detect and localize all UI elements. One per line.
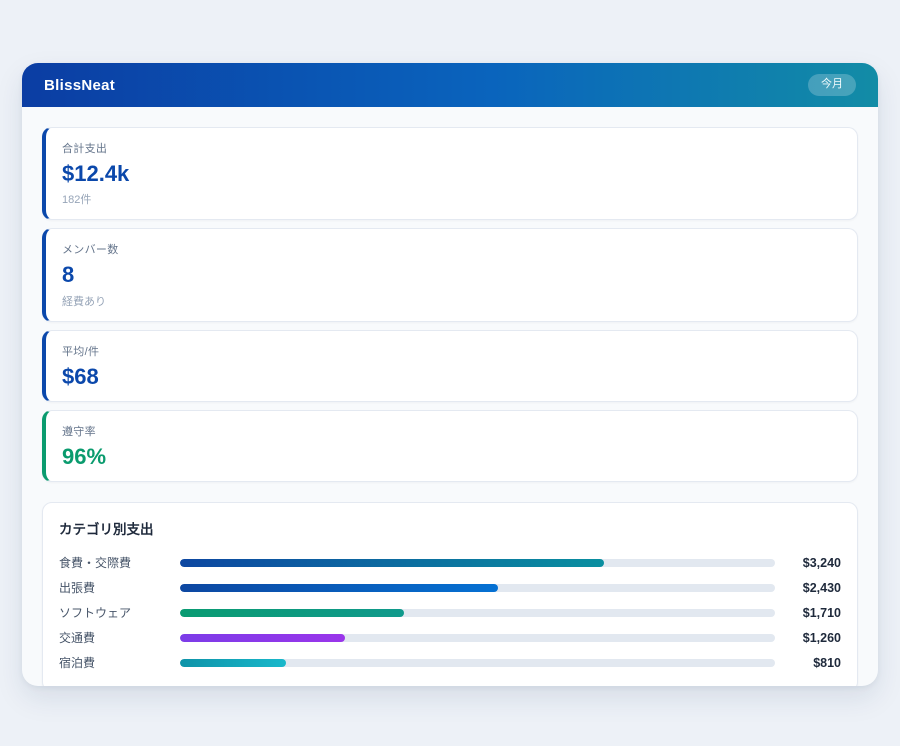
bar-fill [180,659,286,667]
category-value: $1,260 [775,631,841,645]
stat-sub: 経費あり [62,293,839,309]
app-header: BlissNeat 今月 [22,63,878,107]
category-row: 出張費 $2,430 [59,575,841,600]
stat-sub: 182件 [62,191,839,207]
category-label: 食費・交際費 [59,554,180,571]
category-row: 食費・交際費 $3,240 [59,550,841,575]
bar-fill [180,584,498,592]
stat-label: メンバー数 [62,241,839,257]
bar-track [180,584,775,592]
stat-card-member-count: メンバー数 8 経費あり [42,228,858,321]
category-value: $810 [775,656,841,670]
stat-value: 96% [62,444,839,469]
category-label: 出張費 [59,579,180,596]
stat-label: 平均/件 [62,343,839,359]
category-value: $3,240 [775,556,841,570]
bar-track [180,634,775,642]
bar-track [180,609,775,617]
category-rows: 食費・交際費 $3,240 出張費 $2,430 ソフトウェア $1,710 交… [59,550,841,675]
period-badge[interactable]: 今月 [808,74,856,95]
bar-track [180,659,775,667]
bar-fill [180,609,404,617]
category-row: ソフトウェア $1,710 [59,600,841,625]
stat-value: $68 [62,364,839,389]
app-window: BlissNeat 今月 合計支出 $12.4k 182件 メンバー数 8 経費… [22,63,878,686]
category-spend-title: カテゴリ別支出 [59,518,841,538]
category-label: 交通費 [59,629,180,646]
category-label: ソフトウェア [59,604,180,621]
category-value: $2,430 [775,581,841,595]
stat-label: 合計支出 [62,140,839,156]
stat-value: 8 [62,262,839,287]
category-spend-card: カテゴリ別支出 食費・交際費 $3,240 出張費 $2,430 ソフトウェア … [42,502,858,686]
main-content: 合計支出 $12.4k 182件 メンバー数 8 経費あり 平均/件 $68 遵… [22,107,878,686]
category-row: 宿泊費 $810 [59,650,841,675]
app-title: BlissNeat [44,77,115,94]
stat-card-average-per-item: 平均/件 $68 [42,330,858,402]
stat-label: 遵守率 [62,423,839,439]
bar-fill [180,559,604,567]
stat-card-compliance-rate: 遵守率 96% [42,410,858,482]
bar-track [180,559,775,567]
stat-value: $12.4k [62,161,839,186]
category-row: 交通費 $1,260 [59,625,841,650]
category-label: 宿泊費 [59,654,180,671]
category-value: $1,710 [775,606,841,620]
bar-fill [180,634,345,642]
stat-card-total-spend: 合計支出 $12.4k 182件 [42,127,858,220]
